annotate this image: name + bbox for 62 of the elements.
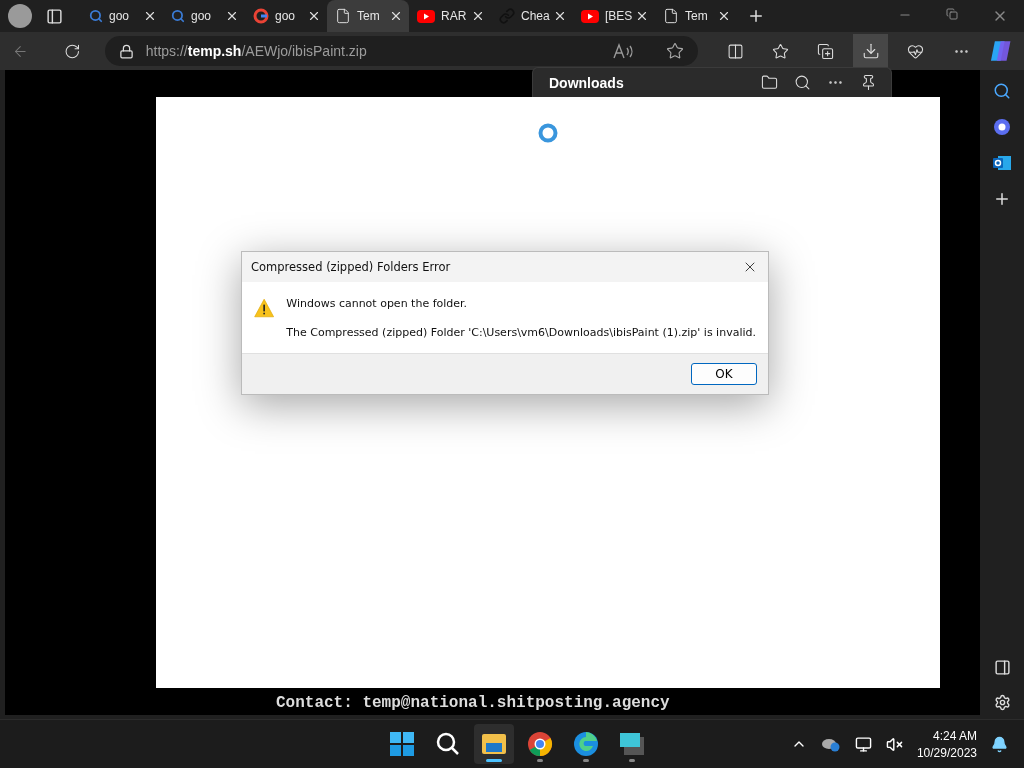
new-tab-icon[interactable] xyxy=(747,7,765,25)
volume-muted-icon[interactable] xyxy=(885,735,903,753)
split-screen-icon[interactable] xyxy=(727,42,745,60)
add-icon[interactable] xyxy=(993,190,1011,208)
search-icon[interactable] xyxy=(794,74,811,91)
close-icon[interactable] xyxy=(225,9,239,23)
favorites-icon[interactable] xyxy=(772,42,790,60)
settings-icon[interactable] xyxy=(993,694,1011,711)
downloads-button[interactable] xyxy=(853,34,889,68)
browser-tab[interactable]: goo xyxy=(163,0,245,32)
collections-icon[interactable] xyxy=(817,42,835,60)
browser-tab[interactable]: [BES xyxy=(573,0,655,32)
clock[interactable]: 4:24 AM 10/29/2023 xyxy=(916,728,977,760)
search-icon[interactable] xyxy=(435,731,461,757)
close-icon[interactable] xyxy=(389,9,403,23)
folder-icon[interactable] xyxy=(481,731,507,757)
download-icon[interactable] xyxy=(861,42,880,60)
video-icon xyxy=(581,9,599,23)
profile-avatar[interactable] xyxy=(8,4,32,28)
close-icon[interactable] xyxy=(143,9,157,23)
page-icon xyxy=(663,8,679,24)
lock-icon xyxy=(118,43,134,59)
loading-spinner-icon xyxy=(538,123,558,143)
browser-tab[interactable]: Tem xyxy=(327,0,409,32)
address-bar[interactable]: https://temp.sh/AEWjo/ibisPaint.zip xyxy=(104,36,699,66)
pin-icon[interactable] xyxy=(860,74,877,91)
page-icon xyxy=(335,8,351,24)
outlook-icon[interactable] xyxy=(993,154,1011,172)
tab-actions-icon[interactable] xyxy=(46,7,63,25)
dialog-title: Compressed (zipped) Folders Error xyxy=(251,260,452,274)
read-aloud-icon[interactable] xyxy=(612,43,635,59)
browser-tab[interactable]: goo xyxy=(245,0,327,32)
search-icon[interactable] xyxy=(993,82,1011,100)
favorite-icon[interactable] xyxy=(666,42,685,60)
search-icon xyxy=(171,9,185,23)
close-icon[interactable] xyxy=(471,9,485,23)
search-icon xyxy=(89,9,103,23)
sidebar-toggle-icon[interactable] xyxy=(993,659,1011,676)
browser-tab[interactable]: Chea xyxy=(491,0,573,32)
close-icon[interactable] xyxy=(307,9,321,23)
close-icon[interactable] xyxy=(717,9,731,23)
browser-tab[interactable]: Tem xyxy=(655,0,737,32)
network-icon[interactable] xyxy=(854,735,872,753)
notification-bell-icon[interactable] xyxy=(991,735,1008,753)
dialog-message: The Compressed (zipped) Folder 'C:\Users\vm6\Downloads\ibisPaint (1).zip' is invalid. xyxy=(286,326,756,339)
ok-button[interactable]: OK xyxy=(691,363,757,385)
cloud-icon[interactable] xyxy=(820,736,841,752)
refresh-icon[interactable] xyxy=(64,42,81,60)
folder-icon[interactable] xyxy=(761,74,778,91)
restore-icon[interactable] xyxy=(946,8,958,20)
close-icon[interactable] xyxy=(553,9,567,23)
health-icon[interactable] xyxy=(907,42,925,60)
browser-tab[interactable]: RAR xyxy=(409,0,491,32)
browser-tab[interactable]: goo xyxy=(81,0,163,32)
close-icon[interactable] xyxy=(635,9,649,23)
contact-text: Contact: temp@national.shitposting.agency xyxy=(276,694,670,712)
panel-title: Downloads xyxy=(549,74,625,91)
chrome-icon[interactable] xyxy=(527,731,553,757)
dialog-heading: Windows cannot open the folder. xyxy=(286,297,469,310)
start-icon[interactable] xyxy=(389,731,415,757)
terminal-icon[interactable] xyxy=(619,731,645,757)
video-icon xyxy=(417,9,435,23)
